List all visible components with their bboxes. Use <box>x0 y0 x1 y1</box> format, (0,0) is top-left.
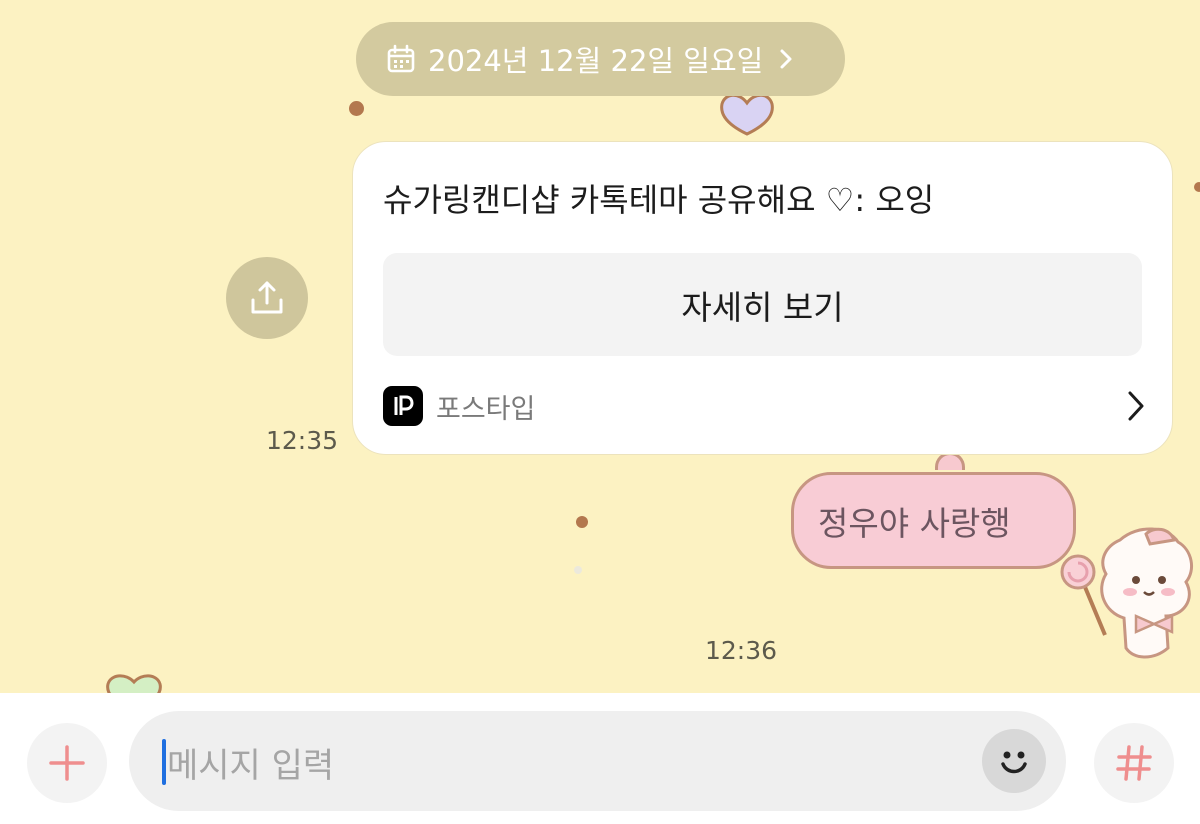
puppy-lollipop-sticker <box>1060 527 1194 659</box>
decor-dot <box>1194 182 1200 192</box>
smiley-face-icon <box>1001 751 1027 774</box>
message-time: 12:36 <box>705 636 778 665</box>
chevron-right-icon <box>1128 391 1144 421</box>
emoji-button[interactable] <box>982 729 1046 793</box>
heart-sticker-purple <box>720 93 774 136</box>
sent-message-text: 정우야 사랑행 <box>818 503 1011 543</box>
date-header[interactable]: 2024년 12월 22일 일요일 <box>356 22 845 96</box>
message-input-placeholder: 메시지 입력 <box>167 746 335 786</box>
date-header-text: 2024년 12월 22일 일요일 <box>428 44 764 78</box>
hashtag-search-button[interactable] <box>1094 723 1174 803</box>
link-source-row[interactable]: 포스타입 <box>383 386 1146 426</box>
message-input[interactable]: 메시지 입력 <box>129 711 1066 811</box>
sent-message-bubble[interactable]: 정우야 사랑행 <box>791 472 1076 569</box>
chevron-right-icon <box>780 49 792 69</box>
postype-logo-icon <box>383 386 423 426</box>
share-icon <box>251 281 283 314</box>
message-time: 12:35 <box>266 426 339 455</box>
view-details-button[interactable]: 자세히 보기 <box>383 253 1142 356</box>
plus-icon <box>49 745 85 781</box>
text-caret <box>162 739 166 785</box>
link-preview-card[interactable]: 슈가링캔디샵 카톡테마 공유해요 ♡: 오잉 자세히 보기 포스타입 <box>352 141 1173 455</box>
decor-dot <box>349 101 364 116</box>
add-attachment-button[interactable] <box>27 723 107 803</box>
decor-dot <box>576 516 588 528</box>
message-input-bar: 메시지 입력 <box>0 693 1200 824</box>
view-details-label: 자세히 보기 <box>681 287 844 327</box>
link-source-name: 포스타입 <box>436 393 536 425</box>
decor-dot <box>574 566 582 574</box>
link-card-title: 슈가링캔디샵 카톡테마 공유해요 ♡: 오잉 <box>383 181 935 219</box>
hashtag-icon <box>1116 745 1152 781</box>
calendar-icon <box>387 44 415 73</box>
share-button[interactable] <box>226 257 308 339</box>
